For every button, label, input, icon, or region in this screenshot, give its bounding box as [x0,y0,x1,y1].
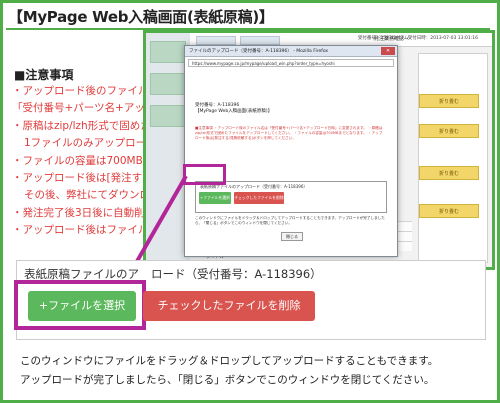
note-line: ・アップロード後は[発注する/ [12,172,157,185]
dialog-close-icon: ✕ [381,47,395,55]
collapse-label: 折り畳む [438,99,459,105]
background-right-panel: 折り畳む 折り畳む 折り畳む 折り畳む [418,53,488,263]
instructions: このウィンドウにファイルをドラッグ＆ドロップしてアップロードすることもできます。… [20,352,438,390]
delete-checked-files-button[interactable]: チェックしたファイルを削除 [143,291,315,321]
upload-dialog: ファイルのアップロード（受付番号：A-118396） - Mozilla Fir… [184,45,398,257]
note-line: ・ファイルの容量は700MBまで [12,154,162,167]
notes-list: ・アップロード後のファイル名は 「受付番号+パーツ名+アップ ・原稿はzip/l… [12,83,162,240]
dialog-close-button: 閉じる [281,232,303,241]
dialog-add-file-button: +ファイルを選択 [199,192,231,204]
upload-heading-left: 表紙原稿ファイルのア [24,267,139,281]
background-meta: 受付番号：258.43.43 / 受付日時：2013-07-03 13:01:1… [357,36,478,41]
background-tab [196,36,236,45]
dialog-notes: ■注意事項 ・アップロード後のファイル名は「受付番号+パーツ名+アップロード日時… [195,126,383,140]
instruction-line: このウィンドウにファイルをドラッグ＆ドロップしてアップロードすることもできます。 [20,355,439,367]
notes-heading: ■注意事項 [14,68,74,82]
note-line: ・アップロード後のファイル名は [12,85,162,97]
sidebar-thumb [150,41,186,63]
sidebar-thumb [150,73,186,95]
dialog-hint: このウィンドウにファイルをドラッグ＆ドロップしてアップロードすることもできます。… [195,216,385,225]
collapse-label: 折り畳む [438,171,459,177]
note-line: 「受付番号+パーツ名+アップ [12,102,156,115]
dialog-delete-button: チェックしたファイルを削除 [234,192,284,204]
dialog-page-title: 【MyPage Web入稿画面(表紙原稿)】 [195,109,273,114]
collapse-label: 折り畳む [438,209,459,215]
upload-heading-right: ロード（受付番号：A-118396） [151,267,322,281]
page-title: 【MyPage Web入稿画面(表紙原稿)】 [8,8,274,26]
note-line: その後、弊社にてダウンロー [24,189,161,202]
sidebar-thumb [150,105,186,127]
dialog-screenshot: 発注業務確認→ 受付番号：258.43.43 / 受付日時：2013-07-03… [143,30,495,270]
note-line: ・アップロード後はファイル名を [12,224,162,237]
note-line: 1ファイルのみアップロードが [24,137,162,150]
note-line: ・発注完了後3日後に自動削除 [12,206,156,219]
collapse-label: 折り畳む [438,129,459,135]
dialog-heading: 受付番号：A-118396 【MyPage Web入稿画面(表紙原稿)】 [195,103,272,115]
dialog-upload-box: 表紙原稿ファイルのアップロード（受付番号：A-118396） +ファイルを選択 … [195,181,387,213]
instruction-line: アップロードが完了しましたら、「閉じる」ボタンでこのウィンドウを閉じてください。 [20,374,435,386]
dialog-titlebar: ファイルのアップロード（受付番号：A-118396） - Mozilla Fir… [185,46,397,57]
note-line: ・原稿はzip/lzh形式で固めた [12,119,151,132]
add-file-highlight [14,280,146,330]
background-tab [240,36,280,45]
dialog-url-bar: https://www.mypage.co.jp/mypage/upload_w… [188,59,394,67]
inset-highlight-box [183,164,226,185]
